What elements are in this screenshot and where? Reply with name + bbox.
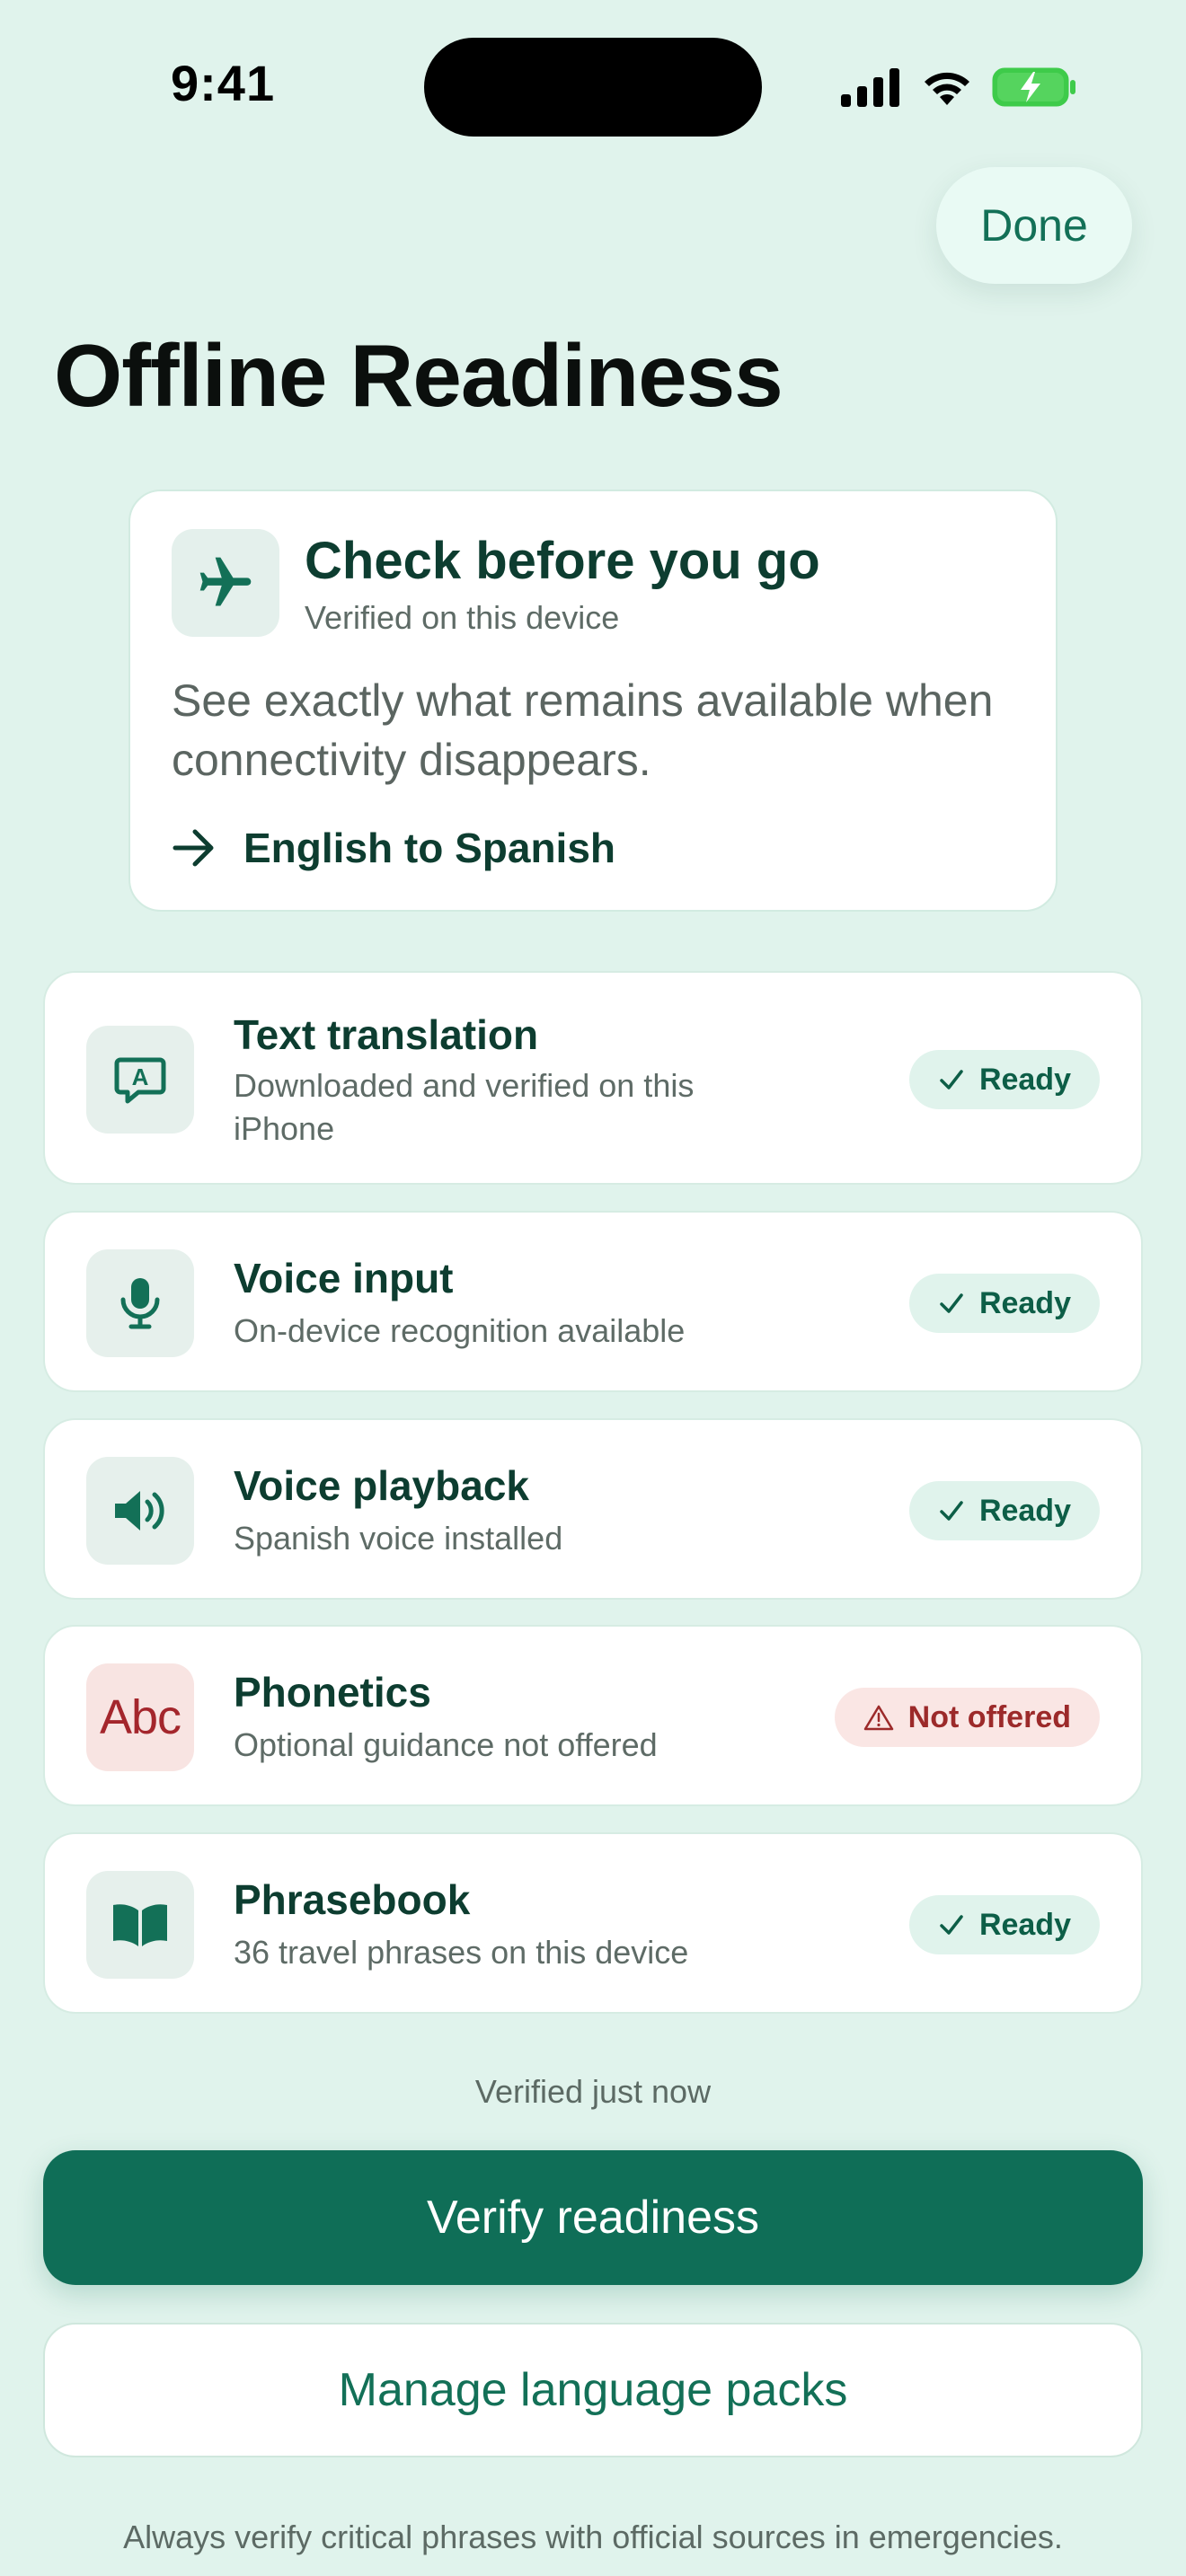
- cellular-signal-icon: [841, 68, 899, 107]
- feature-row-text-translation[interactable]: A Text translation Downloaded and verifi…: [43, 971, 1143, 1185]
- status-badge-label: Not offered: [907, 1699, 1071, 1734]
- microphone-icon: [86, 1249, 194, 1357]
- checkmark-icon: [940, 1293, 963, 1313]
- language-pair-label: English to Spanish: [243, 825, 616, 871]
- feature-title: Phrasebook: [234, 1876, 471, 1923]
- verify-readiness-button[interactable]: Verify readiness: [43, 2150, 1143, 2285]
- svg-text:A: A: [132, 1063, 149, 1090]
- battery-charging-icon: [992, 67, 1075, 107]
- status-badge-label: Ready: [978, 1062, 1071, 1097]
- footer-disclaimer: Always verify critical phrases with offi…: [123, 2519, 1063, 2555]
- book-icon: [86, 1871, 194, 1979]
- feature-row-phrasebook[interactable]: Phrasebook 36 travel phrases on this dev…: [43, 1832, 1143, 2014]
- feature-subtitle: Spanish voice installed: [234, 1520, 563, 1557]
- translate-bubble-icon: A: [86, 1026, 194, 1134]
- feature-subtitle: Optional guidance not offered: [234, 1726, 658, 1763]
- airplane-icon: [172, 529, 279, 637]
- feature-title: Phonetics: [234, 1669, 431, 1716]
- status-badge-label: Ready: [978, 1285, 1071, 1320]
- language-pair-link[interactable]: English to Spanish: [172, 824, 615, 872]
- hero-card: Check before you go Verified on this dev…: [128, 490, 1058, 912]
- status-icons: [839, 63, 1078, 111]
- feature-subtitle: On-device recognition available: [234, 1312, 686, 1349]
- checkmark-icon: [940, 1915, 963, 1935]
- arrow-right-icon: [173, 829, 214, 867]
- abc-icon-text: Abc: [99, 1690, 181, 1744]
- feature-subtitle: Downloaded and verified on this iPhone: [234, 1067, 695, 1147]
- done-button[interactable]: Done: [936, 167, 1132, 284]
- speaker-icon: [86, 1457, 194, 1565]
- feature-row-voice-playback[interactable]: Voice playback Spanish voice installed R…: [43, 1418, 1143, 1600]
- verified-timestamp: Verified just now: [474, 2073, 712, 2110]
- feature-row-voice-input[interactable]: Voice input On-device recognition availa…: [43, 1211, 1143, 1392]
- status-time: 9:41: [171, 55, 276, 111]
- manage-language-packs-button[interactable]: Manage language packs: [43, 2323, 1143, 2457]
- offline-readiness-screen: 9:41 Done Offline Readiness Check before…: [0, 0, 1186, 2576]
- checkmark-icon: [940, 1070, 963, 1090]
- page-title: Offline Readiness: [54, 326, 783, 425]
- checkmark-icon: [940, 1501, 963, 1521]
- status-badge: Not offered: [834, 1688, 1100, 1747]
- status-badge: Ready: [908, 1481, 1100, 1540]
- hero-subtitle: Verified on this device: [305, 599, 620, 636]
- status-badge: Ready: [908, 1895, 1100, 1954]
- status-badge: Ready: [908, 1274, 1100, 1333]
- status-badge-label: Ready: [978, 1493, 1071, 1528]
- feature-title: Voice input: [234, 1255, 454, 1301]
- feature-title: Voice playback: [234, 1462, 529, 1509]
- hero-title: Check before you go: [305, 532, 820, 590]
- hero-description: See exactly what remains available when …: [172, 675, 994, 785]
- feature-title: Text translation: [234, 1011, 539, 1058]
- status-badge: Ready: [908, 1050, 1100, 1109]
- dynamic-island: [424, 38, 762, 137]
- status-badge-label: Ready: [978, 1907, 1071, 1942]
- abc-icon: Abc: [86, 1663, 194, 1771]
- wifi-icon: [925, 72, 969, 105]
- feature-row-phonetics[interactable]: Abc Phonetics Optional guidance not offe…: [43, 1625, 1143, 1806]
- feature-subtitle: 36 travel phrases on this device: [234, 1934, 689, 1971]
- warning-triangle-icon: [863, 1705, 893, 1731]
